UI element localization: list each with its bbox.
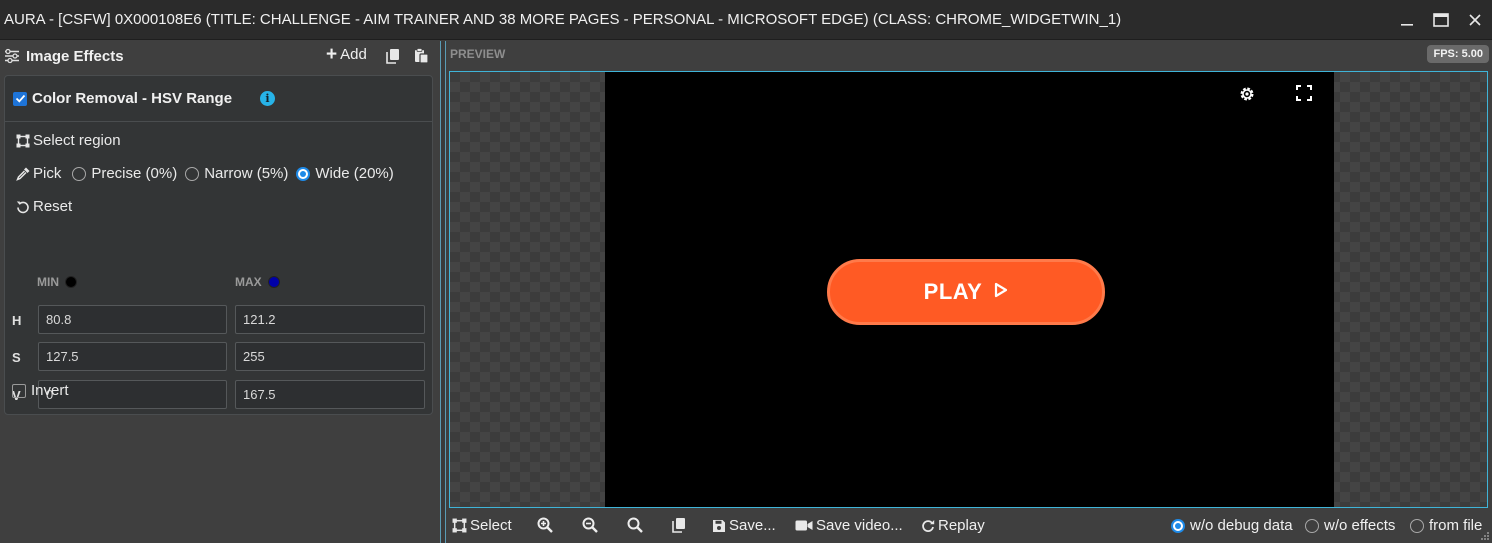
radio-wide[interactable]: [296, 166, 311, 181]
radio-precise[interactable]: [72, 166, 87, 181]
h-min-input[interactable]: 80.8: [38, 305, 227, 334]
play-label: PLAY: [923, 279, 983, 304]
invert-label: Invert: [31, 382, 69, 399]
replay-label: Replay: [938, 517, 985, 534]
panel-header: Image Effects + Add: [0, 41, 440, 71]
preview-toolbar: Select Save... Save video... Replay w/o: [446, 511, 1492, 543]
mode-no-debug[interactable]: w/o debug data: [1171, 517, 1293, 534]
image-effects-panel: Image Effects + Add Color Removal - HSV …: [0, 41, 440, 543]
pick-option-label: Narrow (5%): [204, 165, 289, 182]
select-region-label: Select region: [33, 132, 121, 149]
settings-gear-icon[interactable]: [1238, 85, 1256, 108]
resize-grip-icon[interactable]: [1480, 531, 1490, 541]
preview-panel: PREVIEW FPS: 5.00 PLAY Select Save... Sa…: [446, 41, 1492, 543]
s-label: S: [12, 350, 21, 365]
window-controls: [1390, 0, 1492, 40]
save-icon: [713, 519, 725, 532]
eyedropper-icon: [15, 166, 31, 182]
effect-enabled-checkbox[interactable]: [13, 91, 27, 106]
mode-from-file[interactable]: from file: [1410, 517, 1482, 534]
select-label: Select: [470, 517, 512, 534]
pick-option-narrow[interactable]: Narrow (5%): [185, 165, 288, 182]
pick-option-label: Wide (20%): [315, 165, 394, 182]
min-label: MIN: [37, 275, 59, 289]
fps-badge: FPS: 5.00: [1427, 45, 1489, 63]
pick-button[interactable]: Pick: [33, 165, 61, 182]
max-color-swatch[interactable]: [267, 276, 280, 288]
replay-icon: [922, 519, 935, 532]
zoom-out-button[interactable]: [582, 517, 601, 533]
h-label: H: [12, 313, 22, 328]
minimize-button[interactable]: [1390, 0, 1424, 40]
zoom-in-button[interactable]: [537, 517, 556, 533]
mode-label: from file: [1429, 517, 1483, 534]
pick-option-wide[interactable]: Wide (20%): [296, 165, 394, 182]
min-header: MIN: [37, 275, 77, 289]
pick-row: Pick Precise (0%) Narrow (5%) Wide (20%): [15, 165, 394, 182]
info-icon[interactable]: i: [260, 91, 275, 106]
effect-card: Color Removal - HSV Range i Select regio…: [4, 75, 433, 415]
s-min-input[interactable]: 127.5: [38, 342, 227, 371]
add-effect-button[interactable]: + Add: [326, 43, 367, 65]
play-button[interactable]: PLAY: [827, 259, 1105, 325]
save-button[interactable]: Save...: [712, 517, 776, 534]
invert-checkbox[interactable]: [12, 383, 26, 398]
close-button[interactable]: [1458, 0, 1492, 40]
copy-frame-button[interactable]: [672, 517, 689, 533]
close-icon: [1469, 14, 1481, 26]
min-color-swatch[interactable]: [65, 276, 77, 288]
reset-icon: [15, 199, 31, 215]
pick-option-label: Precise (0%): [91, 165, 178, 182]
region-select-icon: [15, 133, 31, 149]
preview-frame: PLAY: [605, 72, 1334, 507]
mode-label: w/o effects: [1324, 517, 1396, 534]
title-bar: AURA - [CSFW] 0X000108E6 (TITLE: CHALLEN…: [0, 0, 1492, 40]
radio-narrow[interactable]: [185, 166, 200, 181]
zoom-reset-button[interactable]: [627, 517, 646, 533]
copy-icon: [672, 518, 685, 533]
s-max-input[interactable]: 255: [235, 342, 425, 371]
search-icon: [627, 517, 643, 533]
h-max-input[interactable]: 121.2: [235, 305, 425, 334]
max-header: MAX: [235, 275, 280, 289]
sliders-icon: [4, 48, 20, 64]
zoom-out-icon: [582, 517, 598, 533]
mode-label: w/o debug data: [1190, 517, 1293, 534]
video-camera-icon: [795, 520, 813, 531]
radio-from-file[interactable]: [1410, 518, 1424, 533]
paste-icon[interactable]: [414, 48, 429, 69]
preview-label: PREVIEW: [450, 47, 506, 61]
window-title: AURA - [CSFW] 0X000108E6 (TITLE: CHALLEN…: [4, 11, 1122, 28]
v-max-input[interactable]: 167.5: [235, 380, 425, 409]
replay-button[interactable]: Replay: [921, 517, 985, 534]
zoom-in-icon: [537, 517, 553, 533]
radio-no-debug[interactable]: [1171, 518, 1185, 533]
invert-checkbox-row[interactable]: Invert: [12, 382, 69, 399]
copy-icon[interactable]: [386, 48, 400, 69]
add-label: Add: [340, 46, 367, 63]
effect-header: Color Removal - HSV Range i: [5, 76, 432, 122]
preview-viewport[interactable]: PLAY: [449, 71, 1488, 508]
pick-option-precise[interactable]: Precise (0%): [72, 165, 177, 182]
save-video-label: Save video...: [816, 517, 903, 534]
region-select-icon: [452, 518, 467, 533]
fullscreen-icon[interactable]: [1296, 85, 1312, 106]
check-icon: [15, 94, 25, 103]
play-triangle-icon: [994, 282, 1008, 303]
maximize-icon: [1433, 13, 1449, 27]
panel-title: Image Effects: [26, 47, 124, 65]
reset-button[interactable]: Reset: [15, 198, 72, 215]
save-label: Save...: [729, 517, 776, 534]
select-button[interactable]: Select: [452, 517, 512, 534]
save-video-button[interactable]: Save video...: [795, 517, 903, 534]
plus-icon: +: [326, 43, 338, 65]
minimize-icon: [1401, 24, 1413, 26]
maximize-button[interactable]: [1424, 0, 1458, 40]
max-label: MAX: [235, 275, 262, 289]
select-region-button[interactable]: Select region: [15, 132, 121, 149]
mode-no-effects[interactable]: w/o effects: [1305, 517, 1395, 534]
effect-name: Color Removal - HSV Range: [32, 90, 233, 107]
radio-no-effects[interactable]: [1305, 518, 1319, 533]
reset-label: Reset: [33, 198, 73, 215]
